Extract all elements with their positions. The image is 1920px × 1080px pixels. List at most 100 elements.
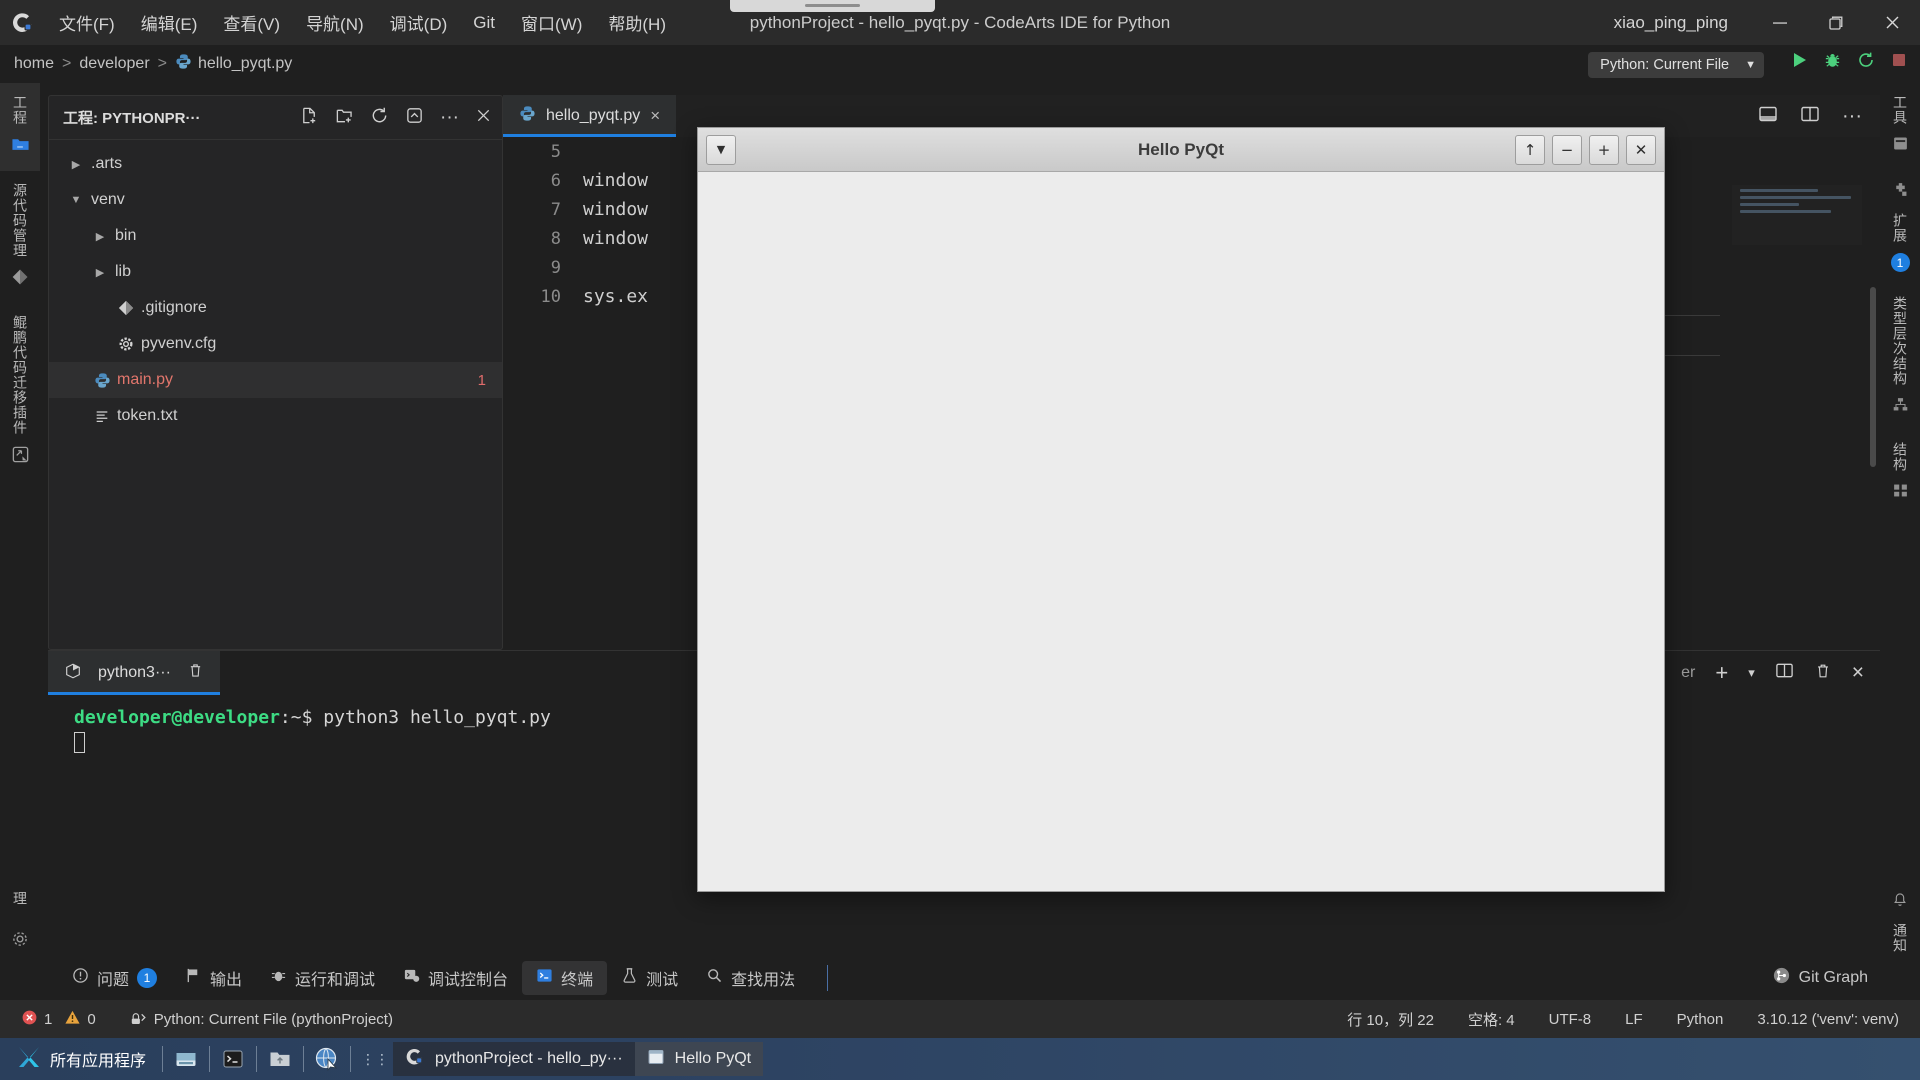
pyqt-application-window[interactable]: ▼ Hello PyQt ↑ − + ✕: [697, 127, 1665, 892]
close-icon[interactable]: [475, 107, 492, 129]
launcher-browser[interactable]: [310, 1043, 344, 1075]
breadcrumb-separator: >: [157, 55, 167, 72]
menu-window[interactable]: 窗口(W): [508, 6, 595, 39]
tree-item--arts[interactable]: ▶ .arts: [49, 146, 502, 182]
editor-tab-label: hello_pyqt.py: [546, 107, 641, 124]
launcher-terminal[interactable]: [216, 1043, 250, 1075]
tree-item-pyvenv-cfg[interactable]: pyvenv.cfg: [49, 326, 502, 362]
chevron-right-icon[interactable]: ▶: [87, 230, 113, 243]
panel-tab-输出[interactable]: 输出: [171, 961, 256, 995]
editor-minimap[interactable]: [1732, 185, 1862, 245]
sidebar-item-label: 工具: [1892, 95, 1908, 125]
tree-item-token-txt[interactable]: token.txt: [49, 398, 502, 434]
cursor-position[interactable]: 行 10，列 22: [1340, 1007, 1441, 1032]
editor-scrollbar[interactable]: [1870, 287, 1876, 467]
more-icon[interactable]: ···: [1842, 106, 1862, 126]
user-name[interactable]: xiao_ping_ping: [1614, 13, 1752, 33]
chevron-down-icon[interactable]: ▾: [1748, 665, 1755, 681]
sidebar-item-type-hierarchy[interactable]: 类型层次结构: [1880, 284, 1920, 430]
menu-file[interactable]: 文件(F): [46, 6, 128, 39]
menu-edit[interactable]: 编辑(E): [128, 6, 211, 39]
sidebar-item-source-control[interactable]: 源代码管理: [0, 171, 40, 303]
pyqt-window-content: [698, 172, 1664, 891]
launcher-filemanager[interactable]: [169, 1043, 203, 1075]
sidebar-item-manage-bottom[interactable]: 理: [0, 879, 40, 918]
add-terminal-icon[interactable]: +: [1715, 660, 1728, 686]
new-file-icon[interactable]: [300, 106, 319, 130]
maximize-button[interactable]: +: [1589, 134, 1619, 165]
sidebar-item-extensions[interactable]: 1 扩展: [1880, 169, 1920, 284]
close-icon[interactable]: ×: [1852, 661, 1864, 685]
maximize-restore-button[interactable]: [1808, 0, 1864, 45]
menu-view[interactable]: 查看(V): [210, 6, 293, 39]
output-icon: [185, 967, 202, 989]
git-graph-icon: [1772, 966, 1791, 990]
language-mode[interactable]: Python: [1670, 1009, 1731, 1030]
git-graph-button[interactable]: Git Graph: [1772, 966, 1920, 990]
tree-item-main-py[interactable]: main.py 1: [49, 362, 502, 398]
taskbar-window-codearts[interactable]: pythonProject - hello_py···: [393, 1042, 635, 1076]
sidebar-item-notifications[interactable]: 通知: [1880, 880, 1920, 965]
minimize-button[interactable]: [1752, 0, 1808, 45]
trash-icon[interactable]: [187, 662, 204, 684]
python-interpreter[interactable]: 3.10.12 ('venv': venv): [1750, 1009, 1906, 1030]
close-icon[interactable]: ×: [650, 106, 660, 126]
run-configuration-selector[interactable]: Python: Current File ▼: [1588, 52, 1764, 78]
sidebar-item-project[interactable]: 工程: [0, 83, 40, 171]
taskbar-window-hello-pyqt[interactable]: Hello PyQt: [634, 1042, 764, 1076]
split-terminal-icon[interactable]: [1775, 661, 1794, 685]
panel-tab-查找用法[interactable]: 查找用法: [692, 961, 809, 995]
status-problems[interactable]: 1 0: [14, 1007, 103, 1032]
split-editor-icon[interactable]: [1800, 104, 1820, 129]
editor-tab-hello-pyqt[interactable]: hello_pyqt.py ×: [503, 95, 677, 137]
breadcrumb-file[interactable]: hello_pyqt.py: [198, 55, 292, 73]
menu-navigate[interactable]: 导航(N): [293, 6, 377, 39]
breadcrumb-home[interactable]: home: [14, 55, 54, 73]
minimize-button[interactable]: −: [1552, 134, 1582, 165]
more-icon[interactable]: ···: [440, 108, 459, 127]
tree-item-venv[interactable]: ▼ venv: [49, 182, 502, 218]
window-list-handle[interactable]: ⋮⋮: [357, 1051, 393, 1068]
panel-tab-运行和调试[interactable]: 运行和调试: [256, 961, 389, 995]
start-menu-button[interactable]: 所有应用程序: [6, 1044, 156, 1075]
sidebar-item-structure[interactable]: 结构: [1880, 430, 1920, 516]
encoding[interactable]: UTF-8: [1542, 1009, 1599, 1030]
panel-tab-问题[interactable]: 问题 1: [58, 961, 171, 995]
tree-item-bin[interactable]: ▶ bin: [49, 218, 502, 254]
collapse-all-icon[interactable]: [405, 106, 424, 130]
breadcrumb-developer[interactable]: developer: [79, 55, 149, 73]
tree-item--gitignore[interactable]: .gitignore: [49, 290, 502, 326]
debug-bug-icon[interactable]: [1823, 51, 1842, 75]
chevron-right-icon[interactable]: ▶: [87, 266, 113, 279]
tree-item-lib[interactable]: ▶ lib: [49, 254, 502, 290]
panel-tab-调试控制台[interactable]: 调试控制台: [389, 961, 522, 995]
status-run-configuration[interactable]: Python: Current File (pythonProject): [123, 1007, 400, 1032]
line-number: 8: [550, 228, 561, 249]
close-button[interactable]: ✕: [1626, 134, 1656, 165]
panel-tab-终端[interactable]: 终端: [522, 960, 608, 995]
menu-git[interactable]: Git: [460, 9, 508, 37]
chevron-right-icon[interactable]: ▶: [63, 158, 89, 171]
window-menu-button[interactable]: ▼: [706, 134, 736, 165]
terminal-tab-python3[interactable]: python3···: [48, 651, 220, 695]
panel-tab-测试[interactable]: 测试: [607, 961, 692, 995]
stop-icon[interactable]: [1890, 51, 1908, 74]
refresh-icon[interactable]: [370, 106, 389, 130]
shade-button[interactable]: ↑: [1515, 134, 1545, 165]
pyqt-title-bar[interactable]: ▼ Hello PyQt ↑ − + ✕: [698, 128, 1664, 172]
sidebar-item-migration-plugin[interactable]: 鲲鹏代码迁移插件: [0, 303, 40, 481]
close-button[interactable]: [1864, 0, 1920, 45]
menu-debug[interactable]: 调试(D): [377, 6, 461, 39]
sidebar-item-tools[interactable]: 工具: [1880, 83, 1920, 169]
chevron-down-icon[interactable]: ▼: [63, 194, 89, 206]
indentation[interactable]: 空格: 4: [1461, 1007, 1522, 1032]
layout-panel-icon[interactable]: [1758, 104, 1778, 129]
new-folder-icon[interactable]: [335, 106, 354, 130]
title-bar: 文件(F) 编辑(E) 查看(V) 导航(N) 调试(D) Git 窗口(W) …: [0, 0, 1920, 45]
trash-icon[interactable]: [1814, 662, 1832, 685]
launcher-folder[interactable]: [263, 1043, 297, 1075]
menu-help[interactable]: 帮助(H): [595, 6, 679, 39]
rerun-icon[interactable]: [1856, 50, 1876, 75]
line-ending[interactable]: LF: [1618, 1009, 1650, 1030]
run-play-icon[interactable]: [1789, 50, 1809, 75]
